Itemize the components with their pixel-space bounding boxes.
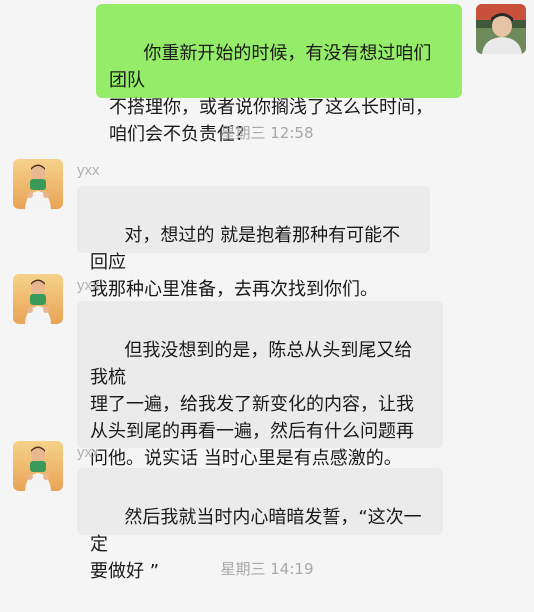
message-bubble-outgoing[interactable]: 你重新开始的时候，有没有想过咱们团队 不搭理你，或者说你搁浅了这么长时间， 咱们… <box>96 4 462 145</box>
contact-avatar-icon[interactable] <box>13 441 63 491</box>
message-timestamp: 星期三 12:58 <box>220 124 314 142</box>
sender-name: yxx <box>77 277 100 294</box>
message-text: 对，想过的 就是抱着那种有可能不回应 我那种心里准备，去再次找到你们。 <box>90 225 401 300</box>
sender-name: yxx <box>77 162 100 179</box>
chat-message-list[interactable]: 你重新开始的时候，有没有想过咱们团队 不搭理你，或者说你搁浅了这么长时间， 咱们… <box>0 0 534 582</box>
contact-avatar-icon[interactable] <box>13 159 63 209</box>
sender-name: yxx <box>77 444 100 461</box>
message-bubble-incoming[interactable]: 但我没想到的是，陈总从头到尾又给我梳 理了一遍，给我发了新变化的内容，让我 从头… <box>77 301 443 469</box>
message-timestamp: 星期三 14:19 <box>220 560 314 578</box>
message-bubble-incoming[interactable]: 对，想过的 就是抱着那种有可能不回应 我那种心里准备，去再次找到你们。 <box>77 186 430 300</box>
contact-avatar-icon[interactable] <box>13 274 63 324</box>
message-text: 但我没想到的是，陈总从头到尾又给我梳 理了一遍，给我发了新变化的内容，让我 从头… <box>90 340 414 469</box>
self-avatar-icon[interactable] <box>476 4 526 54</box>
message-bubble-incoming[interactable]: 然后我就当时内心暗暗发誓，“这次一定 要做好 ” <box>77 468 443 582</box>
